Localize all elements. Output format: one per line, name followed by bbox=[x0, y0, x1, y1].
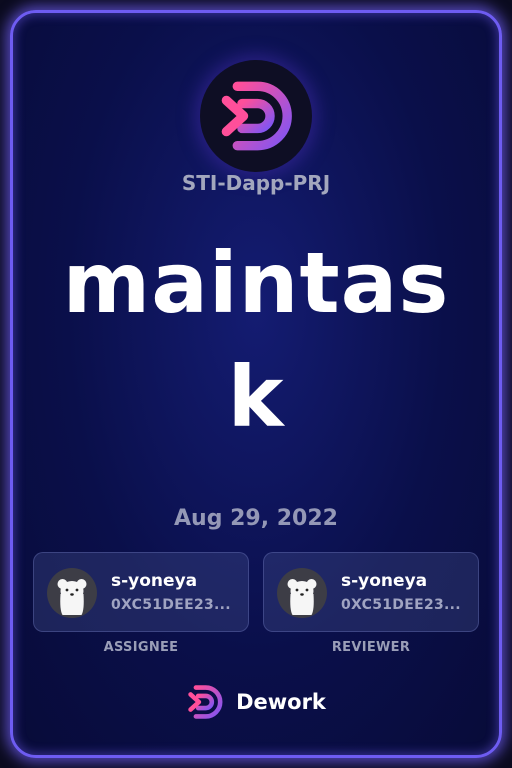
footer-brand-name: Dework bbox=[236, 690, 326, 714]
assignee-role-label: ASSIGNEE bbox=[103, 640, 179, 655]
polar-bear-avatar-icon bbox=[57, 579, 87, 615]
footer-brand[interactable]: Dework bbox=[0, 682, 512, 722]
reviewer-address: 0XC51DEE23... bbox=[341, 597, 461, 613]
assignee-username: s-yoneya bbox=[111, 571, 198, 591]
assignee-card[interactable]: s-yoneya 0XC51DEE23... bbox=[33, 552, 249, 632]
task-date: Aug 29, 2022 bbox=[174, 506, 338, 531]
project-logo bbox=[200, 60, 312, 172]
project-name: STI-Dapp-PRJ bbox=[181, 171, 331, 195]
assignee-avatar bbox=[47, 568, 97, 618]
dework-logo-icon bbox=[188, 685, 223, 719]
reviewer-card[interactable]: s-yoneya 0XC51DEE23... bbox=[263, 552, 479, 632]
task-title: maintask bbox=[62, 234, 450, 446]
assignee-address: 0XC51DEE23... bbox=[111, 597, 231, 613]
dework-logo-icon bbox=[221, 81, 292, 151]
reviewer-role-label: REVIEWER bbox=[331, 640, 411, 655]
reviewer-username: s-yoneya bbox=[341, 571, 428, 591]
reviewer-avatar bbox=[277, 568, 327, 618]
polar-bear-avatar-icon bbox=[287, 579, 317, 615]
